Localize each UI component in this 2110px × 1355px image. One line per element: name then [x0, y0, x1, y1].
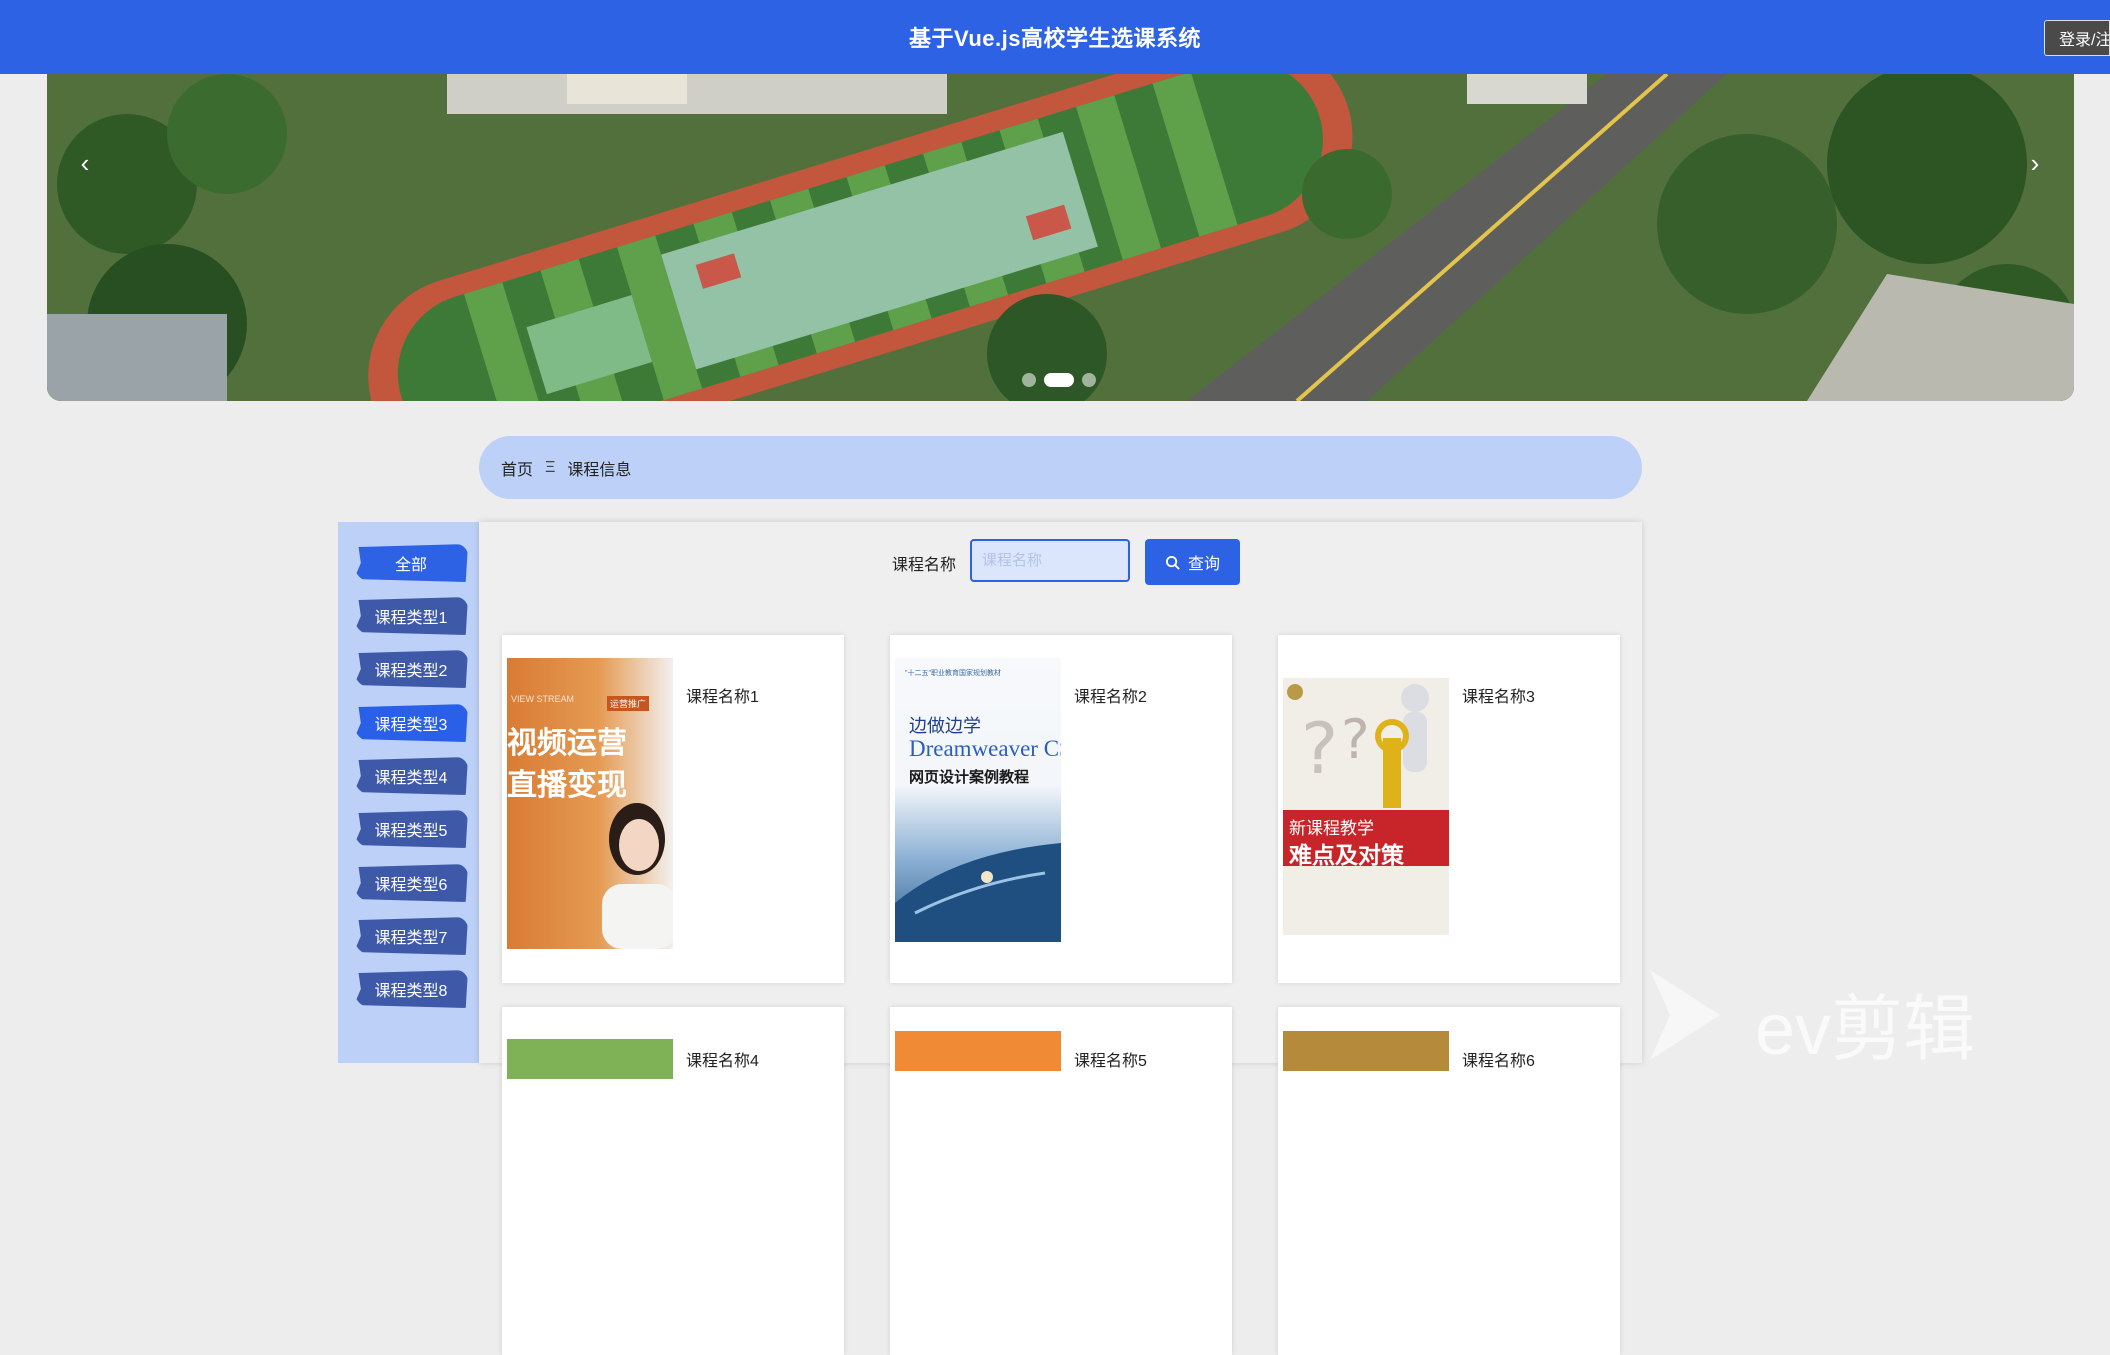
carousel-next-arrow[interactable]: ›: [2020, 148, 2050, 179]
carousel-dots: [1022, 373, 1096, 387]
course-card[interactable]: 课程名称6: [1278, 1007, 1620, 1355]
carousel-dot[interactable]: [1022, 373, 1036, 387]
course-card[interactable]: 课程名称5: [890, 1007, 1232, 1355]
category-type-2[interactable]: 课程类型2: [354, 650, 468, 688]
search-button[interactable]: 查询: [1145, 539, 1240, 585]
course-name[interactable]: 课程名称4: [686, 1047, 759, 1071]
course-name[interactable]: 课程名称6: [1462, 1047, 1535, 1071]
course-cover-image: [1283, 1031, 1449, 1071]
course-cover-image: VIEW STREAM 运营推广 视频运营 直播变现: [507, 658, 673, 949]
search-icon: [1165, 555, 1180, 570]
login-register-button[interactable]: 登录/注册: [2044, 20, 2110, 56]
svg-text:?: ?: [1341, 708, 1370, 771]
course-list-panel: 课程名称 查询 VIEW STREAM 运营推广 视频运营 直播变现 课程名称1: [479, 522, 1642, 1355]
breadcrumb-home[interactable]: 首页: [501, 456, 533, 480]
carousel-prev-arrow[interactable]: ‹: [70, 148, 100, 179]
cover-tag: 运营推广: [607, 696, 650, 711]
search-bar: 课程名称 查询: [479, 536, 1642, 586]
course-name[interactable]: 课程名称1: [686, 683, 759, 707]
search-label: 课程名称: [892, 557, 957, 574]
course-name[interactable]: 课程名称3: [1462, 683, 1535, 707]
course-name[interactable]: 课程名称2: [1074, 683, 1147, 707]
category-type-5[interactable]: 课程类型5: [354, 810, 468, 848]
cover-title-line: 网页设计案例教程: [909, 769, 1030, 786]
course-name[interactable]: 课程名称5: [1074, 1047, 1147, 1071]
svg-text:?: ?: [1301, 708, 1338, 790]
cover-title-line: 视频运营: [507, 727, 627, 760]
watermark-text: ev剪辑: [1755, 990, 1976, 1070]
course-cover-image: "十二五"职业教育国家规划教材 边做边学 Dreamweaver CS 网页设计…: [895, 658, 1061, 942]
site-title: 基于Vue.js高校学生选课系统: [909, 26, 1201, 51]
cover-red-band: 新课程教学 难点及对策: [1283, 810, 1449, 868]
campus-aerial-image: [47, 74, 2074, 401]
category-sidebar: 全部 课程类型1 课程类型2 课程类型3 课程类型4 课程类型5 课程类型6 课…: [338, 522, 479, 1063]
category-type-3[interactable]: 课程类型3: [354, 704, 468, 742]
cover-title-line: 难点及对策: [1289, 843, 1404, 868]
banner-carousel: ‹ ›: [47, 74, 2074, 401]
category-type-4[interactable]: 课程类型4: [354, 757, 468, 795]
cover-small-text: "十二五"职业教育国家规划教材: [905, 670, 1001, 677]
cover-title-line: 边做边学: [909, 716, 981, 736]
search-button-label: 查询: [1187, 556, 1220, 573]
category-type-1[interactable]: 课程类型1: [354, 597, 468, 635]
course-name-search-input[interactable]: [970, 539, 1130, 582]
course-cover-image: [507, 1039, 673, 1079]
key-figure-illustration: ? ?: [1287, 684, 1429, 808]
cover-small-text: VIEW STREAM: [511, 694, 575, 704]
whale-illustration: [895, 843, 1061, 942]
portrait-illustration: [602, 803, 673, 949]
cover-title-line: Dreamweaver CS: [909, 736, 1061, 761]
carousel-dot[interactable]: [1082, 373, 1096, 387]
breadcrumb-current: 课程信息: [567, 461, 632, 479]
top-header-bar: 基于Vue.js高校学生选课系统 登录/注册: [0, 0, 2110, 74]
category-type-6[interactable]: 课程类型6: [354, 864, 468, 902]
category-all[interactable]: 全部: [354, 544, 468, 582]
course-cover-image: [895, 1031, 1061, 1071]
category-type-8[interactable]: 课程类型8: [354, 970, 468, 1008]
video-watermark: ev剪辑: [1640, 970, 2080, 1070]
category-type-7[interactable]: 课程类型7: [354, 917, 468, 955]
carousel-dot-active[interactable]: [1044, 373, 1074, 387]
course-cover-image: ? ? 新课程教学 难点及对策: [1283, 678, 1449, 935]
course-card[interactable]: "十二五"职业教育国家规划教材 边做边学 Dreamweaver CS 网页设计…: [890, 635, 1232, 983]
course-card[interactable]: VIEW STREAM 运营推广 视频运营 直播变现 课程名称1: [502, 635, 844, 983]
breadcrumb: 首页 Ξ 课程信息: [479, 436, 1642, 499]
course-card[interactable]: 课程名称4: [502, 1007, 844, 1355]
breadcrumb-separator: Ξ: [545, 458, 556, 476]
course-card[interactable]: ? ? 新课程教学 难点及对策 课程名称3: [1278, 635, 1620, 983]
